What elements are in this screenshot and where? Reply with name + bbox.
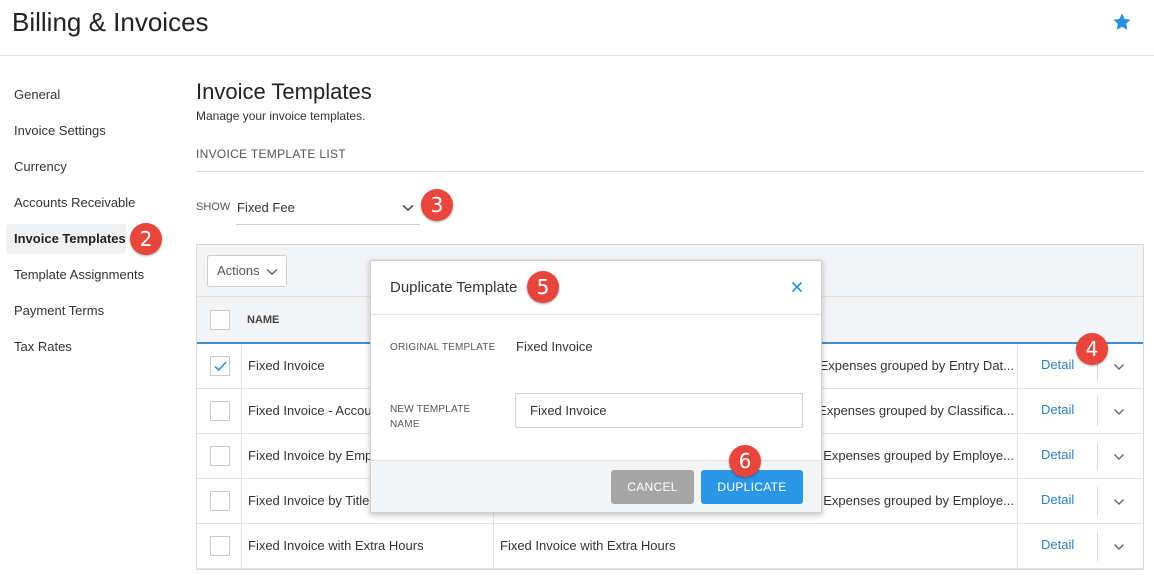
new-template-name-label-line1: NEW TEMPLATE	[390, 404, 471, 415]
section-divider	[196, 171, 1144, 172]
template-name: Fixed Invoice with Extra Hours	[248, 538, 424, 553]
row-checkbox[interactable]	[210, 356, 230, 376]
duplicate-template-dialog: Duplicate Template ORIGINAL TEMPLATE Fix…	[370, 260, 822, 513]
table-row: Fixed Invoice with Extra Hours Fixed Inv…	[197, 524, 1143, 569]
app-title: Billing & Invoices	[12, 7, 209, 37]
column-divider	[241, 479, 242, 523]
section-label: INVOICE TEMPLATE LIST	[196, 147, 346, 161]
sidebar-item-currency[interactable]: Currency	[6, 152, 164, 182]
action-divider	[1097, 442, 1098, 471]
select-all-checkbox[interactable]	[210, 310, 230, 330]
sidebar-item-invoice-templates[interactable]: Invoice Templates	[6, 224, 126, 254]
column-divider	[493, 524, 494, 568]
star-icon[interactable]	[1112, 12, 1132, 32]
show-filter-label: SHOW	[196, 201, 231, 213]
column-divider	[1017, 344, 1018, 388]
chevron-down-icon[interactable]	[1113, 408, 1125, 416]
detail-link[interactable]: Detail	[1041, 537, 1074, 552]
callout-badge: 6	[729, 445, 761, 477]
chevron-down-icon	[266, 268, 278, 275]
detail-link[interactable]: Detail	[1041, 492, 1074, 507]
template-description: Fixed Invoice with Extra Hours	[500, 538, 676, 553]
column-divider	[241, 524, 242, 568]
column-divider	[1017, 479, 1018, 523]
dialog-divider	[371, 314, 821, 315]
chevron-down-icon[interactable]	[1113, 363, 1125, 371]
new-template-name-input[interactable]	[515, 393, 803, 428]
chevron-down-icon[interactable]	[1113, 543, 1125, 551]
row-checkbox[interactable]	[210, 491, 230, 511]
row-checkbox[interactable]	[210, 401, 230, 421]
row-checkbox[interactable]	[210, 536, 230, 556]
page-subtitle: Manage your invoice templates.	[196, 109, 366, 123]
chevron-down-icon[interactable]	[1113, 498, 1125, 506]
original-template-value: Fixed Invoice	[516, 339, 593, 354]
detail-link[interactable]: Detail	[1041, 402, 1074, 417]
sidebar-item-invoice-settings[interactable]: Invoice Settings	[6, 116, 164, 146]
callout-badge: 4	[1076, 333, 1108, 365]
dialog-title: Duplicate Template	[390, 279, 518, 296]
detail-link[interactable]: Detail	[1041, 447, 1074, 462]
page-title: Invoice Templates	[196, 79, 372, 104]
callout-badge: 3	[421, 189, 453, 221]
sidebar-item-template-assignments[interactable]: Template Assignments	[6, 260, 164, 290]
actions-dropdown-button[interactable]: Actions	[207, 255, 287, 287]
new-template-name-label-line2: NAME	[390, 419, 420, 430]
action-divider	[1097, 487, 1098, 516]
close-icon[interactable]	[791, 281, 803, 293]
detail-link[interactable]: Detail	[1041, 357, 1074, 372]
original-template-label: ORIGINAL TEMPLATE	[390, 342, 496, 353]
show-filter-value: Fixed Fee	[237, 200, 295, 215]
new-template-name-label: NEW TEMPLATE NAME	[390, 402, 470, 432]
action-divider	[1097, 532, 1098, 561]
sidebar-item-accounts-receivable[interactable]: Accounts Receivable	[6, 188, 164, 218]
sidebar-item-general[interactable]: General	[6, 80, 164, 110]
column-divider	[241, 389, 242, 433]
column-divider	[1017, 524, 1018, 568]
chevron-down-icon	[402, 204, 414, 212]
chevron-down-icon[interactable]	[1113, 453, 1125, 461]
callout-badge: 5	[527, 271, 559, 303]
actions-label: Actions	[217, 263, 260, 278]
column-divider	[241, 434, 242, 478]
action-divider	[1097, 397, 1098, 426]
row-checkbox[interactable]	[210, 446, 230, 466]
name-column-header[interactable]: NAME	[247, 314, 279, 326]
sidebar-item-tax-rates[interactable]: Tax Rates	[6, 332, 164, 362]
column-divider	[1017, 434, 1018, 478]
column-divider	[1017, 389, 1018, 433]
checkmark-icon	[214, 361, 227, 372]
callout-badge: 2	[130, 223, 162, 255]
column-divider	[241, 344, 242, 388]
show-filter-select[interactable]: Fixed Fee	[236, 193, 420, 225]
page-header: Billing & Invoices	[0, 0, 1154, 56]
cancel-button[interactable]: CANCEL	[611, 470, 694, 504]
sidebar-item-payment-terms[interactable]: Payment Terms	[6, 296, 164, 326]
